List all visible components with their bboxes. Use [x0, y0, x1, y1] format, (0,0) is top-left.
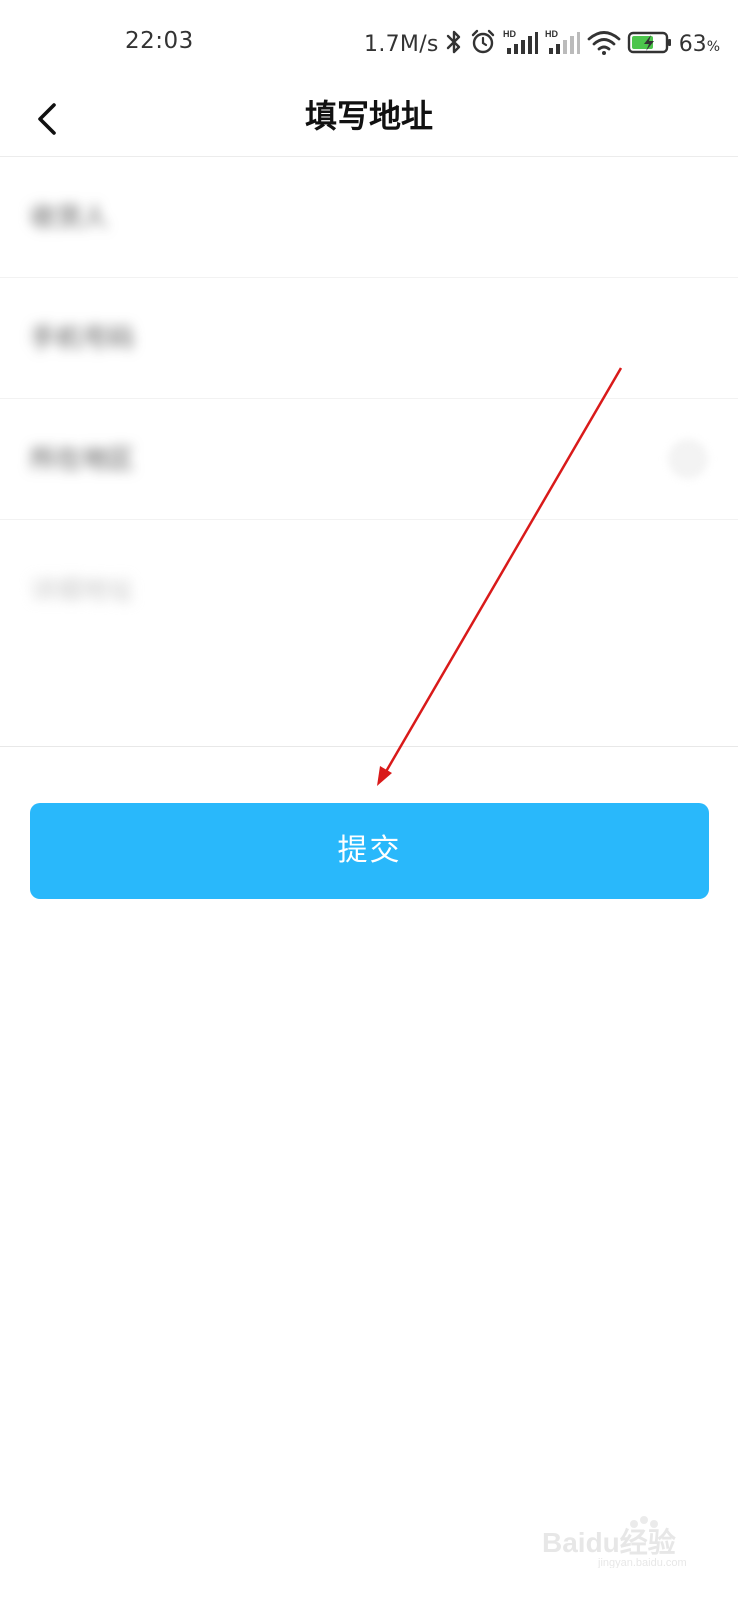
form-row-recipient[interactable]: 收货人 [0, 157, 738, 278]
alarm-icon [469, 28, 497, 60]
form-row-phone[interactable]: 手机号码 [0, 278, 738, 399]
svg-text:HD: HD [503, 29, 516, 39]
form-row-detail-address[interactable]: 详细地址 [0, 520, 738, 748]
watermark-subtext: jingyan.baidu.com [597, 1557, 687, 1568]
watermark: Baidu经验 jingyan.baidu.com [538, 1514, 698, 1572]
svg-text:HD: HD [545, 29, 558, 39]
status-bar: 22:03 1.7M/s HD HD 63% [0, 0, 738, 88]
bluetooth-icon [445, 28, 463, 60]
location-icon[interactable] [668, 439, 708, 479]
form-row-label: 手机号码 [30, 324, 135, 354]
battery-charging-icon [627, 28, 673, 60]
wifi-icon [587, 28, 621, 60]
page-title: 填写地址 [304, 97, 433, 135]
divider [0, 746, 738, 747]
signal-hd-icon: HD [503, 28, 539, 60]
watermark-text: Baidu经验 [542, 1526, 676, 1558]
net-speed: 1.7M/s [364, 31, 439, 57]
form-row-label: 所在地区 [30, 445, 135, 475]
status-time: 22:03 [125, 28, 194, 54]
battery-percent: 63% [678, 31, 720, 57]
form-row-label: 详细地址 [30, 576, 135, 606]
status-icons: 1.7M/s HD HD 63% [364, 28, 720, 60]
paw-logo-icon: Baidu经验 jingyan.baidu.com [542, 1516, 687, 1569]
form-row-region[interactable]: 所在地区 [0, 399, 738, 520]
address-form: 收货人 手机号码 所在地区 详细地址 [0, 157, 738, 745]
submit-button[interactable]: 提交 [30, 803, 709, 899]
form-row-label: 收货人 [30, 203, 109, 233]
nav-bar: 填写地址 [0, 88, 738, 157]
signal-hd-icon: HD [545, 28, 581, 60]
